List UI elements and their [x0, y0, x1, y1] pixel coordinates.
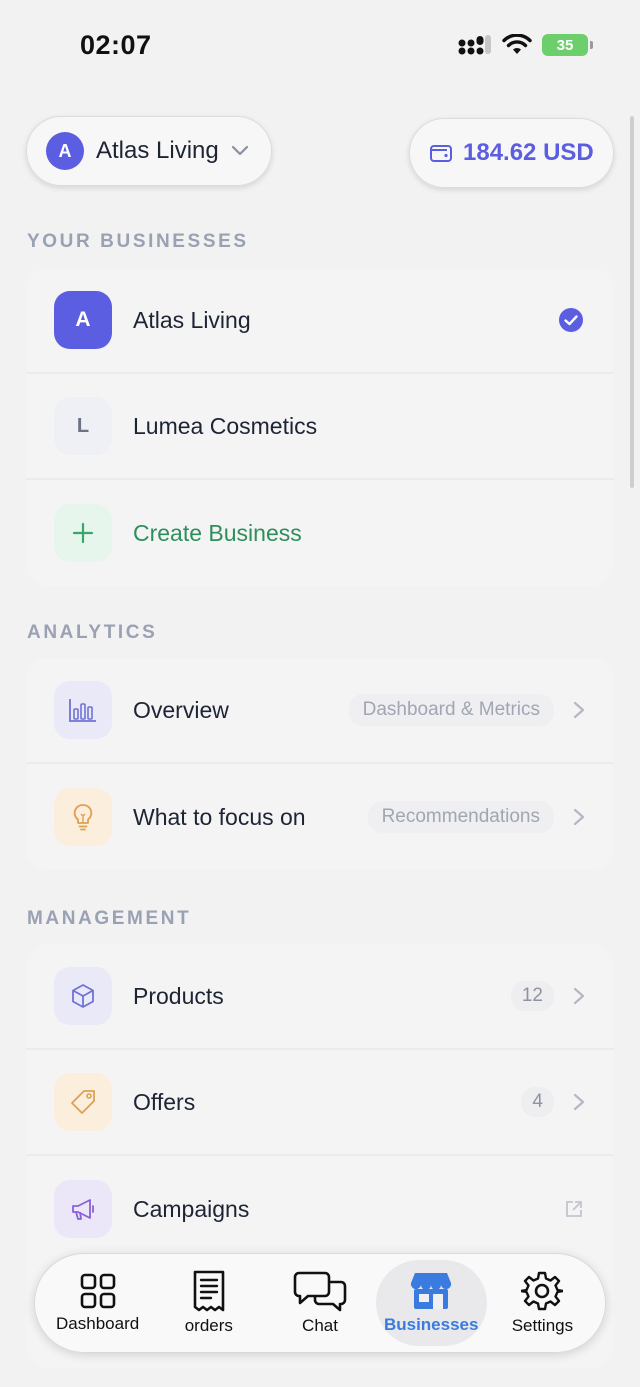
tab-orders[interactable]: orders — [153, 1260, 264, 1346]
business-name: Atlas Living — [133, 306, 251, 333]
wifi-icon — [502, 34, 532, 54]
analytics-card: Overview Dashboard & Metrics What to foc… — [26, 658, 614, 870]
tab-dashboard[interactable]: Dashboard — [42, 1260, 153, 1346]
business-selector-name: Atlas Living — [96, 137, 219, 164]
battery-icon: 35 — [542, 34, 593, 56]
section-title-analytics: ANALYTICS — [27, 622, 158, 643]
chevron-right-icon — [573, 701, 585, 719]
chevron-right-icon — [573, 808, 585, 826]
chevron-right-icon — [573, 1093, 585, 1111]
status-time: 02:07 — [80, 30, 152, 60]
offers-count-badge: 4 — [521, 1087, 554, 1117]
tab-label: Chat — [302, 1316, 338, 1335]
status-bar: 02:07 35 — [0, 0, 640, 96]
tag-icon — [54, 1073, 112, 1131]
tab-label: Settings — [511, 1316, 574, 1335]
offers-label: Offers — [133, 1088, 196, 1115]
business-name: Lumea Cosmetics — [133, 412, 318, 439]
business-selector[interactable]: A Atlas Living — [26, 116, 272, 186]
business-avatar: L — [54, 397, 112, 455]
create-business-button[interactable]: Create Business — [26, 480, 614, 586]
business-item-atlas-living[interactable]: A Atlas Living — [26, 268, 614, 374]
scroll-indicator — [630, 116, 634, 488]
tab-label: Businesses — [383, 1315, 479, 1334]
business-item-lumea-cosmetics[interactable]: L Lumea Cosmetics — [26, 374, 614, 480]
storefront-icon — [411, 1273, 452, 1309]
wallet-icon — [430, 145, 452, 162]
tab-settings[interactable]: Settings — [487, 1260, 598, 1346]
overview-label: Overview — [133, 696, 229, 723]
megaphone-icon — [54, 1180, 112, 1238]
lightbulb-icon — [54, 788, 112, 846]
chevron-down-icon — [231, 145, 248, 156]
external-link-icon — [566, 1201, 582, 1217]
receipt-icon — [193, 1270, 225, 1312]
tab-bar: Dashboard orders Chat Businesses Setting… — [34, 1253, 606, 1353]
tab-businesses[interactable]: Businesses — [375, 1260, 487, 1346]
management-item-offers[interactable]: Offers 4 — [26, 1050, 614, 1156]
products-count-badge: 12 — [510, 981, 554, 1011]
cellular-signal-icon — [458, 35, 491, 55]
section-title-businesses: YOUR BUSINESSES — [27, 231, 249, 252]
status-icons: 35 — [458, 34, 593, 56]
section-title-management: MANAGEMENT — [27, 908, 192, 929]
focus-meta: Recommendations — [367, 801, 554, 833]
wallet-amount: 184.62 USD — [463, 139, 594, 166]
analytics-item-focus[interactable]: What to focus on Recommendations — [26, 764, 614, 870]
grid-icon — [80, 1273, 115, 1309]
tab-label: Dashboard — [56, 1314, 140, 1333]
management-item-products[interactable]: Products 12 — [26, 944, 614, 1050]
plus-icon — [54, 504, 112, 562]
cube-icon — [54, 967, 112, 1025]
business-avatar: A — [54, 291, 112, 349]
management-item-campaigns[interactable]: Campaigns — [26, 1156, 614, 1262]
overview-meta: Dashboard & Metrics — [348, 694, 554, 726]
create-business-label: Create Business — [133, 519, 302, 546]
chevron-right-icon — [573, 987, 585, 1005]
wallet-balance-button[interactable]: 184.62 USD — [409, 118, 614, 188]
tab-label: orders — [184, 1316, 233, 1335]
gear-icon — [521, 1271, 564, 1311]
businesses-card: A Atlas Living L Lumea Cosmetics Create … — [26, 268, 614, 586]
analytics-item-overview[interactable]: Overview Dashboard & Metrics — [26, 658, 614, 764]
checkmark-circle-icon — [559, 308, 583, 332]
business-avatar: A — [46, 132, 84, 170]
focus-label: What to focus on — [133, 803, 306, 830]
chat-bubbles-icon — [293, 1271, 347, 1312]
bar-chart-icon — [54, 681, 112, 739]
battery-level: 35 — [556, 36, 574, 54]
products-label: Products — [133, 982, 224, 1009]
campaigns-label: Campaigns — [133, 1195, 250, 1222]
tab-chat[interactable]: Chat — [264, 1260, 375, 1346]
